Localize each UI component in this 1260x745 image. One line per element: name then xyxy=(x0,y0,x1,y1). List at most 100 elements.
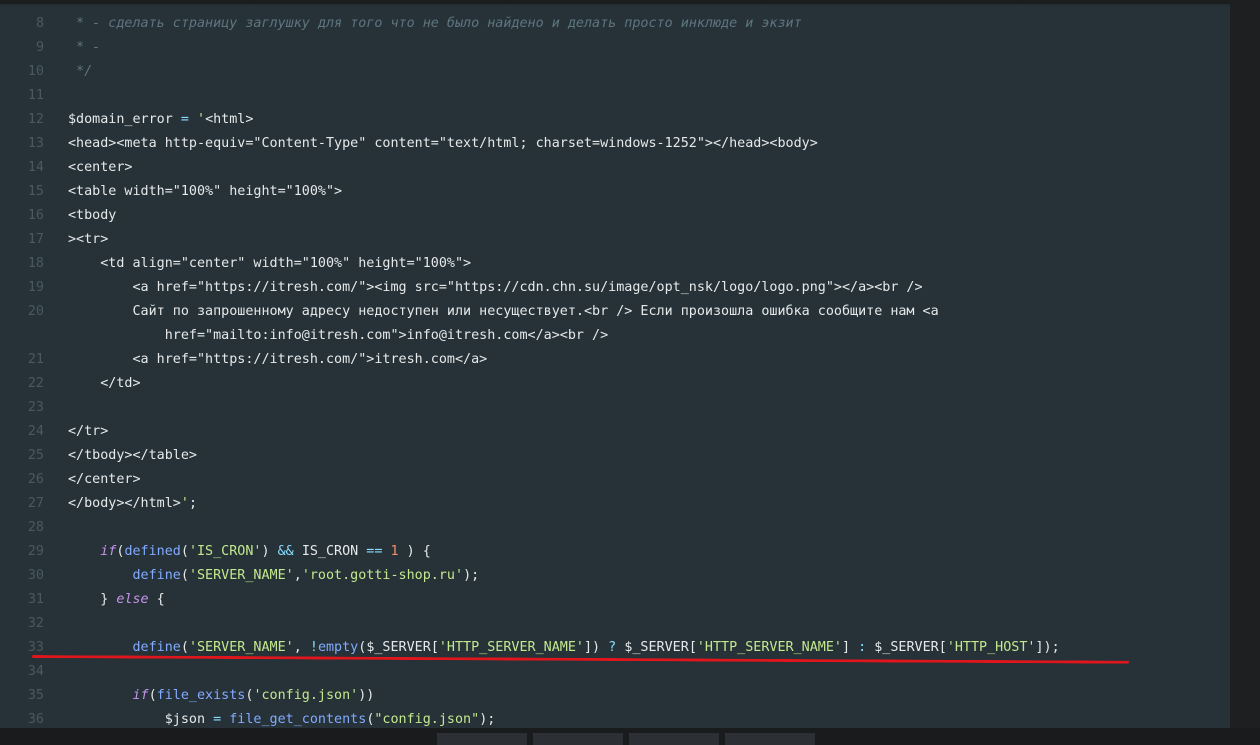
code-line[interactable]: 16 <tbody xyxy=(0,204,117,228)
code-line[interactable]: 25 </tbody></table> xyxy=(0,444,197,468)
code-content: if(defined('IS_CRON') && IS_CRON == 1 ) … xyxy=(68,540,431,564)
code-token: } xyxy=(100,592,117,607)
code-token: ' xyxy=(180,496,189,511)
code-content: * - xyxy=(68,36,100,60)
code-line[interactable]: 12 $domain_error = '<html> xyxy=(0,108,254,132)
code-token: , xyxy=(293,640,310,655)
code-token: ); xyxy=(479,712,496,727)
code-line[interactable]: 27 </body></html>'; xyxy=(0,492,197,516)
bottom-tab[interactable] xyxy=(629,733,719,745)
code-line[interactable]: 9 * - xyxy=(0,36,100,60)
code-line[interactable]: 28 xyxy=(0,516,68,540)
code-line[interactable]: href="mailto:info@itresh.com">info@itres… xyxy=(0,324,608,348)
code-content: */ xyxy=(68,60,92,84)
code-line[interactable]: 17 ><tr> xyxy=(0,228,108,252)
code-token: else xyxy=(116,592,149,607)
code-token: ]); xyxy=(1035,640,1060,655)
code-token: )) xyxy=(358,688,375,703)
code-token: [ xyxy=(938,640,947,655)
code-token: define xyxy=(132,568,181,583)
code-editor[interactable]: 8 * - сделать страницу заглушку для того… xyxy=(0,4,1230,728)
code-line[interactable]: 23 xyxy=(0,396,68,420)
code-token: = xyxy=(205,712,230,727)
code-token: $_SERVER xyxy=(874,640,939,655)
line-number: 21 xyxy=(27,352,44,367)
code-token: "config.json" xyxy=(374,712,480,727)
code-token: ><tr> xyxy=(68,232,109,247)
line-number: 24 xyxy=(27,424,44,439)
code-line[interactable]: 19 <a href="https://itresh.com/"><img sr… xyxy=(0,276,923,300)
code-token: </center> xyxy=(68,472,141,487)
code-line[interactable]: 20 Сайт по запрошенному адресу недоступе… xyxy=(0,300,939,324)
top-fade xyxy=(0,0,1230,6)
code-token: if xyxy=(100,544,117,559)
code-line[interactable]: 24 </tr> xyxy=(0,420,108,444)
code-token: * - xyxy=(68,40,101,55)
code-token: defined xyxy=(124,544,181,559)
code-token: ; xyxy=(188,496,197,511)
code-token: , xyxy=(293,568,302,583)
code-line[interactable]: 35 if(file_exists('config.json')) xyxy=(0,684,375,708)
code-line[interactable]: 11 xyxy=(0,84,68,108)
code-token: 1 xyxy=(390,544,399,559)
line-number: 17 xyxy=(27,232,44,247)
code-token: </td> xyxy=(100,376,141,391)
code-token: <a href="https://itresh.com/"><img src="… xyxy=(132,280,923,295)
code-line[interactable]: 21 <a href="https://itresh.com/">itresh.… xyxy=(0,348,487,372)
code-line[interactable]: 30 define('SERVER_NAME','root.gotti-shop… xyxy=(0,564,479,588)
code-line[interactable]: 26 </center> xyxy=(0,468,141,492)
code-content: </td> xyxy=(68,372,141,396)
code-token: <html> xyxy=(205,112,254,127)
code-token: 'SERVER_NAME' xyxy=(188,640,294,655)
code-line[interactable]: 36 $json = file_get_contents("config.jso… xyxy=(0,708,495,728)
code-line[interactable]: 13 <head><meta http-equiv="Content-Type" … xyxy=(0,132,818,156)
code-line[interactable]: 34 xyxy=(0,660,68,684)
code-token: 'HTTP_HOST' xyxy=(946,640,1036,655)
code-token: 'IS_CRON' xyxy=(188,544,262,559)
code-token: ( xyxy=(148,688,157,703)
line-number: 14 xyxy=(27,160,44,175)
code-content: * - сделать страницу заглушку для того ч… xyxy=(68,12,802,36)
line-number: 9 xyxy=(35,40,44,55)
code-line[interactable]: 18 <td align="center" width="100%" heigh… xyxy=(0,252,471,276)
line-number: 34 xyxy=(27,664,44,679)
code-token: file_get_contents xyxy=(229,712,367,727)
code-token: 'config.json' xyxy=(253,688,359,703)
code-content: ><tr> xyxy=(68,228,108,252)
code-line[interactable]: 14 <center> xyxy=(0,156,133,180)
code-token: <table width="100%" height="100%"> xyxy=(68,184,343,199)
code-token: ); xyxy=(463,568,480,583)
code-token: ( xyxy=(180,640,189,655)
code-content: <a href="https://itresh.com/"><img src="… xyxy=(68,276,923,300)
bottom-tab[interactable] xyxy=(437,733,527,745)
line-number: 31 xyxy=(27,592,44,607)
code-token: $json xyxy=(164,712,206,727)
code-content: } else { xyxy=(68,588,165,612)
bottom-tab[interactable] xyxy=(725,733,815,745)
bottom-tab[interactable] xyxy=(533,733,623,745)
code-token: </body></html> xyxy=(68,496,181,511)
code-token: href="mailto:info@itresh.com">info@itres… xyxy=(164,328,609,343)
code-token: ]) xyxy=(584,640,601,655)
code-line[interactable]: 29 if(defined('IS_CRON') && IS_CRON == 1… xyxy=(0,540,431,564)
code-line[interactable]: 10 */ xyxy=(0,60,92,84)
code-token: == xyxy=(358,544,391,559)
code-line[interactable]: 32 xyxy=(0,612,68,636)
code-line[interactable]: 8 * - сделать страницу заглушку для того… xyxy=(0,12,802,36)
code-content: </tbody></table> xyxy=(68,444,197,468)
code-content: <center> xyxy=(68,156,133,180)
code-token: <td align="center" width="100%" height="… xyxy=(100,256,472,271)
code-line[interactable]: 15 <table width="100%" height="100%"> xyxy=(0,180,342,204)
code-content: <td align="center" width="100%" height="… xyxy=(68,252,471,276)
code-line[interactable]: 31 } else { xyxy=(0,588,165,612)
code-line[interactable]: 22 </td> xyxy=(0,372,141,396)
line-number: 16 xyxy=(27,208,44,223)
code-token: 'SERVER_NAME' xyxy=(188,568,294,583)
